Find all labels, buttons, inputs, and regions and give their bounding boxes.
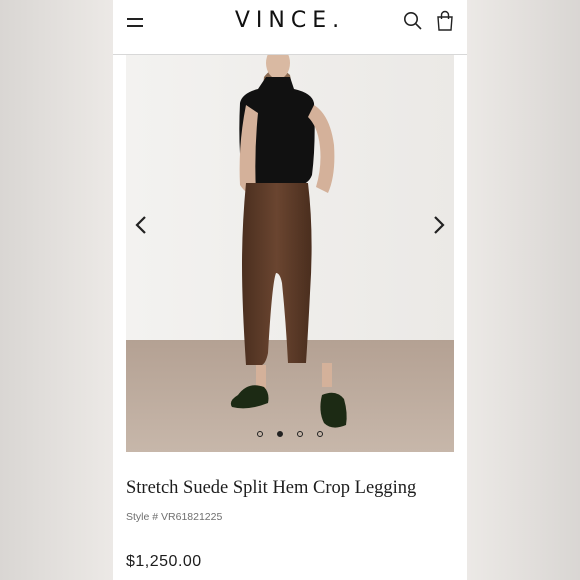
background-right [467,0,580,580]
product-title: Stretch Suede Split Hem Crop Legging [126,478,417,498]
carousel-dot-1[interactable] [257,431,263,437]
background-left [0,0,113,580]
style-number: Style # VR61821225 [126,511,223,523]
carousel-dot-3[interactable] [297,431,303,437]
product-image-carousel[interactable] [126,55,454,452]
chevron-right-icon[interactable] [428,213,448,237]
shopping-bag-icon[interactable] [435,10,455,32]
product-page: VINCE. Stretch Suede Split Hem Crop Legg… [113,0,467,580]
hamburger-menu-icon[interactable] [127,16,145,28]
brand-logo[interactable]: VINCE. [213,8,367,33]
site-header: VINCE. [113,0,467,55]
carousel-dot-2[interactable] [277,431,283,437]
search-icon[interactable] [403,11,423,31]
carousel-dot-4[interactable] [317,431,323,437]
product-price: $1,250.00 [126,553,202,570]
chevron-left-icon[interactable] [132,213,152,237]
product-photo [126,55,454,452]
carousel-pagination [126,431,454,443]
